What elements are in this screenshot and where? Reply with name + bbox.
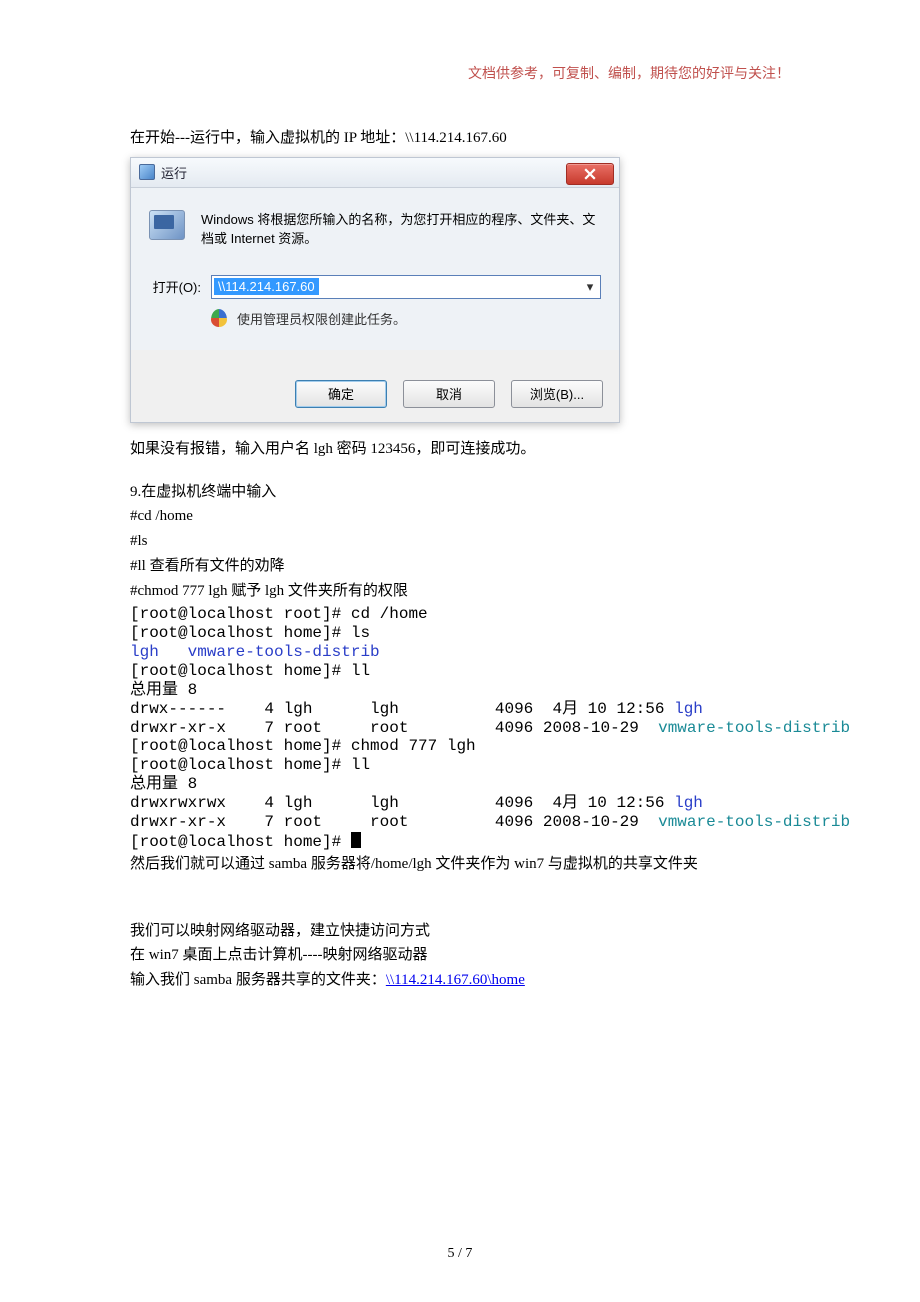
open-label: 打开(O): [149,277,201,296]
dialog-description: Windows 将根据您所输入的名称，为您打开相应的程序、文件夹、文档或 Int… [201,210,601,249]
dir-name: vmware-tools-distrib [658,719,850,737]
cursor-icon [351,832,361,848]
section9-heading: 9.在虚拟机终端中输入 [130,480,790,505]
term-line: lgh vmware-tools-distrib [130,643,380,661]
header-note: 文档供参考，可复制、编制，期待您的好评与关注！ [468,63,790,83]
term-line: 总用量 8 [130,775,197,793]
cmd-ls: #ls [130,529,790,554]
run-program-icon [149,210,185,240]
shield-icon [211,309,227,327]
term-line: drwxr-xr-x 7 root root 4096 2008-10-29 [130,813,658,831]
page-footer: 5 / 7 [0,1246,920,1262]
term-line: [root@localhost home]# chmod 777 lgh [130,737,476,755]
browse-button[interactable]: 浏览(B)... [511,380,603,408]
term-line: [root@localhost home]# ll [130,662,370,680]
dropdown-arrow-icon[interactable]: ▾ [582,279,598,295]
dialog-title-bar: 运行 [131,158,619,188]
term-line: [root@localhost home]# ls [130,624,370,642]
close-button[interactable] [566,163,614,185]
term-prompt: [root@localhost home]# [130,833,351,851]
term-line: drwx------ 4 lgh lgh 4096 4月 10 12:56 [130,700,674,718]
ok-button[interactable]: 确定 [295,380,387,408]
tail-line-3-prefix: 输入我们 samba 服务器共享的文件夹： [130,972,386,988]
cancel-button[interactable]: 取消 [403,380,495,408]
dialog-title: 运行 [161,163,187,182]
term-line: [root@localhost home]# ll [130,756,370,774]
term-line: drwxrwxrwx 4 lgh lgh 4096 4月 10 12:56 [130,794,674,812]
tail-line-1: 我们可以映射网络驱动器，建立快捷访问方式 [130,919,790,944]
close-icon [584,168,596,180]
share-path-link[interactable]: \\114.214.167.60\home [386,972,525,988]
dir-name: vmware-tools-distrib [658,813,850,831]
run-title-icon [139,164,155,180]
terminal-output: [root@localhost root]# cd /home [root@lo… [130,605,790,852]
intro-text: 在开始---运行中，输入虚拟机的 IP 地址：\\114.214.167.60 [130,126,790,151]
post-dialog-text: 如果没有报错，输入用户名 lgh 密码 123456，即可连接成功。 [130,437,790,462]
open-input-value: \\114.214.167.60 [214,278,319,295]
cmd-chmod: #chmod 777 lgh 赋予 lgh 文件夹所有的权限 [130,579,790,604]
shield-text: 使用管理员权限创建此任务。 [237,309,406,328]
run-dialog: 运行 Windows 将根据您所输入的名称，为您打开相应的程序、文件夹、文档或 … [130,157,620,423]
cmd-cd: #cd /home [130,504,790,529]
post-terminal-text: 然后我们就可以通过 samba 服务器将/home/lgh 文件夹作为 win7… [130,852,790,877]
term-line: [root@localhost root]# cd /home [130,605,428,623]
dir-name: lgh [674,700,703,718]
cmd-ll: #ll 查看所有文件的劝降 [130,554,790,579]
open-input[interactable]: \\114.214.167.60 ▾ [211,275,601,299]
term-line: 总用量 8 [130,681,197,699]
dir-name: lgh [674,794,703,812]
term-line: drwxr-xr-x 7 root root 4096 2008-10-29 [130,719,658,737]
tail-line-3: 输入我们 samba 服务器共享的文件夹：\\114.214.167.60\ho… [130,968,790,993]
tail-line-2: 在 win7 桌面上点击计算机----映射网络驱动器 [130,943,790,968]
